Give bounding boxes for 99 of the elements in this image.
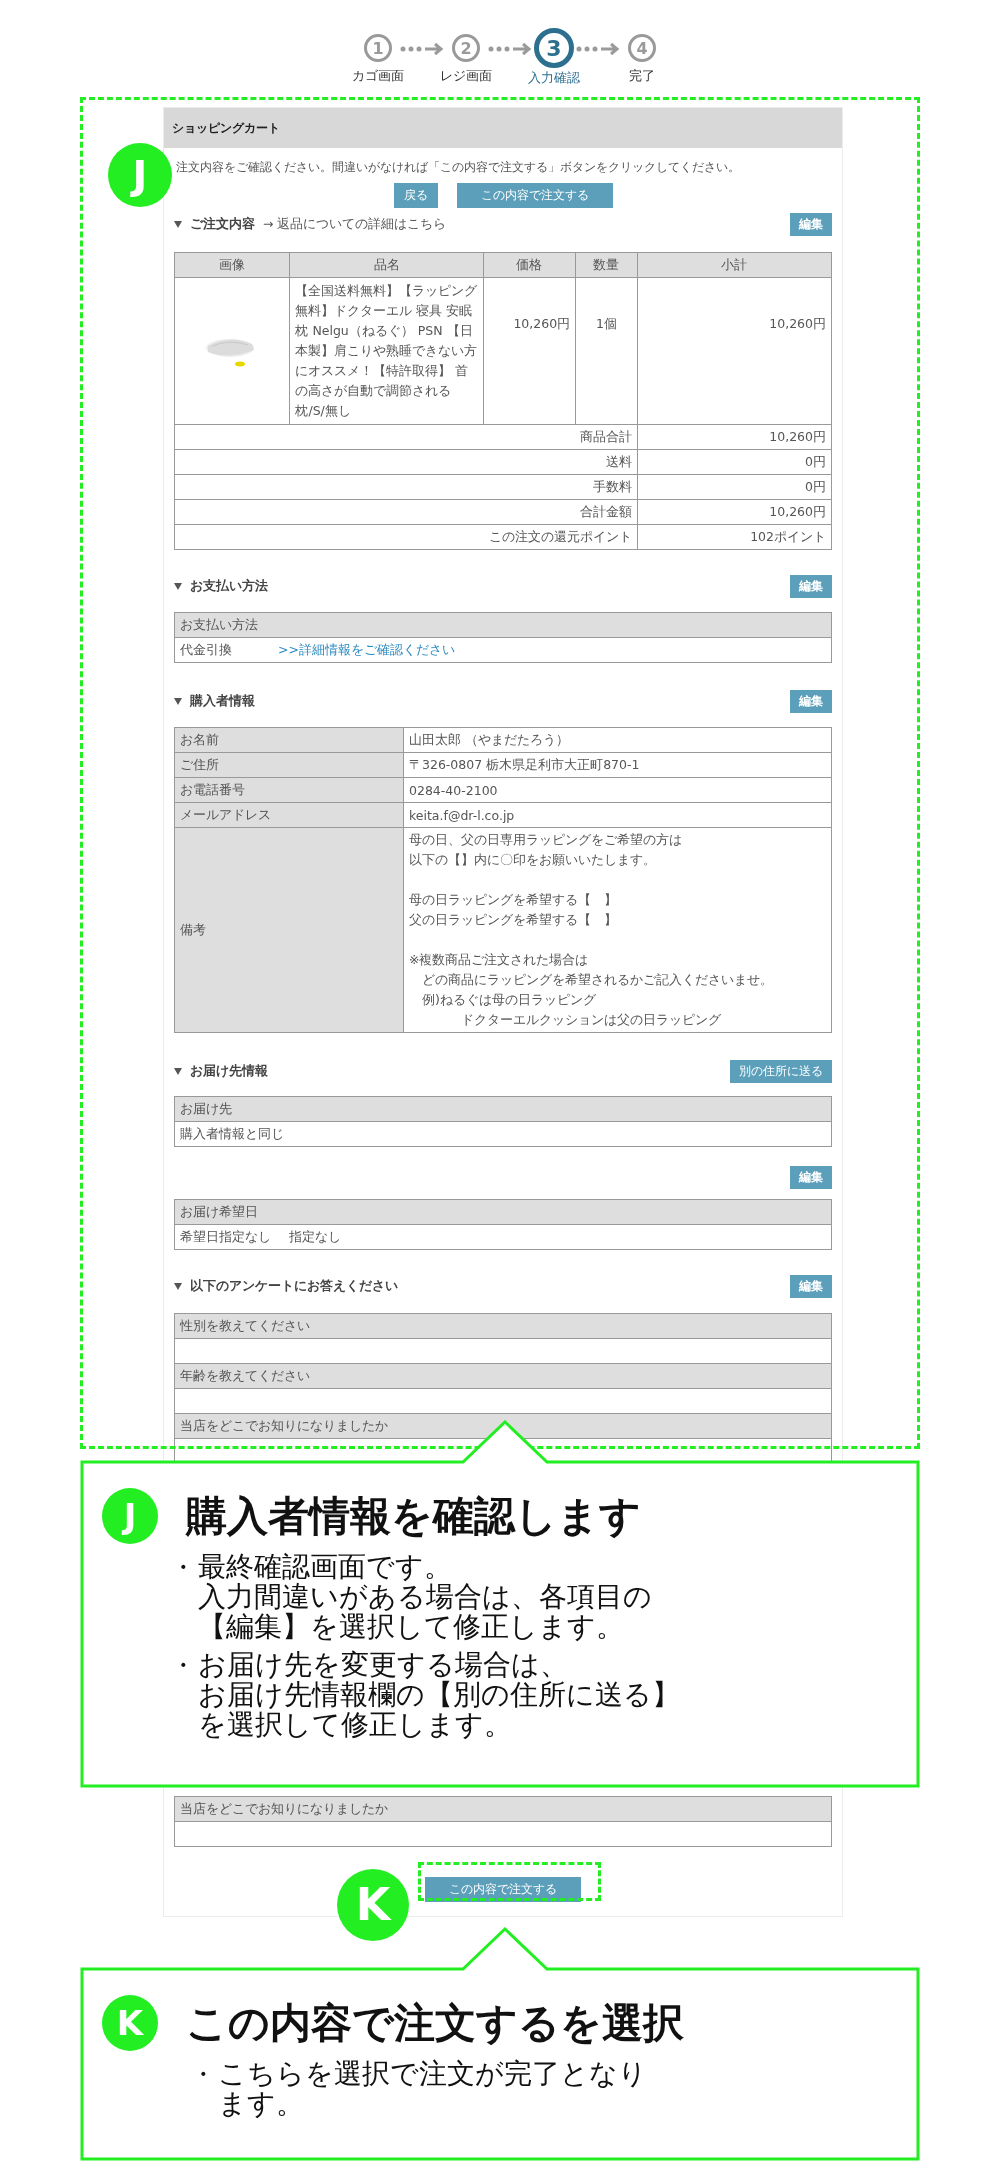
table-header: お届け先	[174, 1096, 832, 1122]
quantity-cell: 1個	[575, 277, 638, 425]
section-heading: 購入者情報	[190, 693, 255, 710]
step-label: カゴ画面	[352, 68, 404, 85]
callout-text: 最終確認画面です。	[198, 1552, 453, 1582]
column-header: 数量	[575, 252, 638, 278]
column-header: 小計	[637, 252, 832, 278]
field-label: ご住所	[174, 752, 404, 778]
callout-text: ます。	[218, 2089, 305, 2119]
callout-text: 入力間違いがある場合は、各項目の	[198, 1582, 652, 1612]
edit-button[interactable]: 編集	[790, 1275, 832, 1298]
field-value: keita.f@dr-l.co.jp	[403, 802, 832, 828]
summary-value: 10,260円	[637, 499, 832, 525]
section-heading: お支払い方法	[190, 578, 268, 595]
triangle-icon	[174, 1283, 182, 1290]
callout-text: お届け先を変更する場合は、	[198, 1650, 569, 1680]
table-header: お届け希望日	[174, 1199, 832, 1225]
arrow-icon	[399, 42, 445, 56]
edit-button[interactable]: 編集	[790, 690, 832, 713]
price-cell: 10,260円	[483, 277, 576, 425]
step-number: 3	[534, 28, 574, 68]
field-label: お名前	[174, 727, 404, 753]
edit-button[interactable]: 編集	[790, 575, 832, 598]
arrow-icon	[487, 42, 533, 56]
bullet-mark: ・	[169, 1650, 197, 1682]
other-address-button[interactable]: 別の住所に送る	[730, 1060, 832, 1083]
badge: J	[108, 143, 172, 207]
triangle-icon	[174, 583, 182, 590]
summary-value: 0円	[637, 474, 832, 500]
survey-question: 当店をどこでお知りになりましたか	[174, 1413, 832, 1439]
badge: K	[337, 1869, 409, 1941]
summary-value: 0円	[637, 449, 832, 475]
column-header: 価格	[483, 252, 576, 278]
callout-text: お届け先情報欄の【別の住所に送る】	[198, 1680, 680, 1710]
bullet-mark: ・	[169, 1552, 197, 1584]
remarks-line: 父の日ラッピングを希望する【 】	[409, 911, 618, 929]
step-number: 4	[628, 34, 656, 62]
field-label: お電話番号	[174, 777, 404, 803]
remarks-line: ドクターエルクッションは父の日ラッピング	[460, 1011, 722, 1029]
summary-label: 合計金額	[174, 499, 638, 525]
answer-field[interactable]	[174, 1338, 832, 1364]
survey-question: 当店をどこでお知りになりましたか	[174, 1796, 832, 1822]
triangle-icon	[174, 698, 182, 705]
remarks-line: 例)ねるぐは母の日ラッピング	[421, 991, 597, 1009]
payment-method: 代金引換	[174, 637, 273, 663]
answer-field[interactable]	[174, 1821, 832, 1847]
remarks-line: 母の日ラッピングを希望する【 】	[409, 891, 618, 909]
callout-text: こちらを選択で注文が完了となり	[218, 2059, 647, 2089]
callout-title: 購入者情報を確認します	[186, 1490, 641, 1542]
subtotal-cell: 10,260円	[637, 277, 832, 425]
field-value: 0284-40-2100	[403, 777, 832, 803]
delivery-date-value: 希望日指定なし	[180, 1228, 271, 1246]
column-header: 品名	[289, 252, 484, 278]
summary-label: 手数料	[174, 474, 638, 500]
edit-button[interactable]: 編集	[790, 1166, 832, 1189]
summary-label: この注文の還元ポイント	[174, 524, 638, 550]
details-link[interactable]: >>詳細情報をご確認ください	[278, 641, 455, 657]
summary-label: 商品合計	[174, 424, 638, 450]
summary-value: 10,260円	[637, 424, 832, 450]
field-value: 山田太郎 （やまだたろう）	[403, 727, 832, 753]
order-button[interactable]: この内容で注文する	[425, 1877, 581, 1902]
returns-link[interactable]: → 返品についての詳細はこちら	[263, 216, 447, 233]
product-name: 【全国送料無料】【ラッピング無料】ドクターエル 寝具 安眠枕 Nelgu（ねるぐ） PSN 【日本製】肩こりや熟睡できない方にオススメ！【特許取得】 首の高さが自動で調節される枕/S/無し	[289, 277, 484, 425]
answer-field[interactable]	[174, 1388, 832, 1414]
edit-button[interactable]: 編集	[790, 213, 832, 236]
section-heading: ご注文内容	[190, 216, 255, 233]
panel-title: ショッピングカート	[164, 108, 842, 148]
table-cell: 購入者情報と同じ	[174, 1121, 832, 1147]
survey-question: 性別を教えてください	[174, 1313, 832, 1339]
notice-text: 注文内容をご確認ください。間違いがなければ「この内容で注文する」ボタンをクリックしてください。	[175, 159, 741, 176]
remarks-line: 母の日、父の日専用ラッピングをご希望の方は	[409, 831, 683, 849]
field-label: メールアドレス	[174, 802, 404, 828]
callout-text: 【編集】を選択して修正します。	[198, 1612, 625, 1642]
callout-title: この内容で注文するを選択	[186, 1997, 684, 2049]
triangle-icon	[174, 221, 182, 228]
step-number: 2	[452, 34, 480, 62]
order-button[interactable]: この内容で注文する	[456, 183, 613, 208]
callout-text: を選択して修正します。	[198, 1710, 513, 1740]
field-label: 備考	[174, 827, 404, 1033]
remarks-line: どの商品にラッピングを希望されるかご記入くださいませ。	[421, 971, 774, 989]
summary-label: 送料	[174, 449, 638, 475]
summary-value: 102ポイント	[637, 524, 832, 550]
survey-question: 年齢を教えてください	[174, 1363, 832, 1389]
remarks-line: 以下の【】内に〇印をお願いいたします。	[409, 851, 657, 869]
back-button[interactable]: 戻る	[393, 183, 438, 208]
delivery-date-value: 指定なし	[289, 1228, 341, 1246]
field-value: 〒326-0807 栃木県足利市大正町870-1	[403, 752, 832, 778]
triangle-icon	[174, 1068, 182, 1075]
arrow-icon	[575, 42, 621, 56]
remarks-line: ※複数商品ご注文された場合は	[409, 951, 590, 969]
step-number: 1	[364, 34, 392, 62]
step-label: 完了	[629, 68, 655, 85]
step-label: レジ画面	[440, 68, 492, 85]
section-heading: 以下のアンケートにお答えください	[190, 1278, 398, 1295]
bullet-mark: ・	[189, 2059, 217, 2091]
table-header: お支払い方法	[174, 612, 832, 638]
section-heading: お届け先情報	[190, 1063, 268, 1080]
step-label: 入力確認	[528, 70, 580, 87]
column-header: 画像	[174, 252, 290, 278]
